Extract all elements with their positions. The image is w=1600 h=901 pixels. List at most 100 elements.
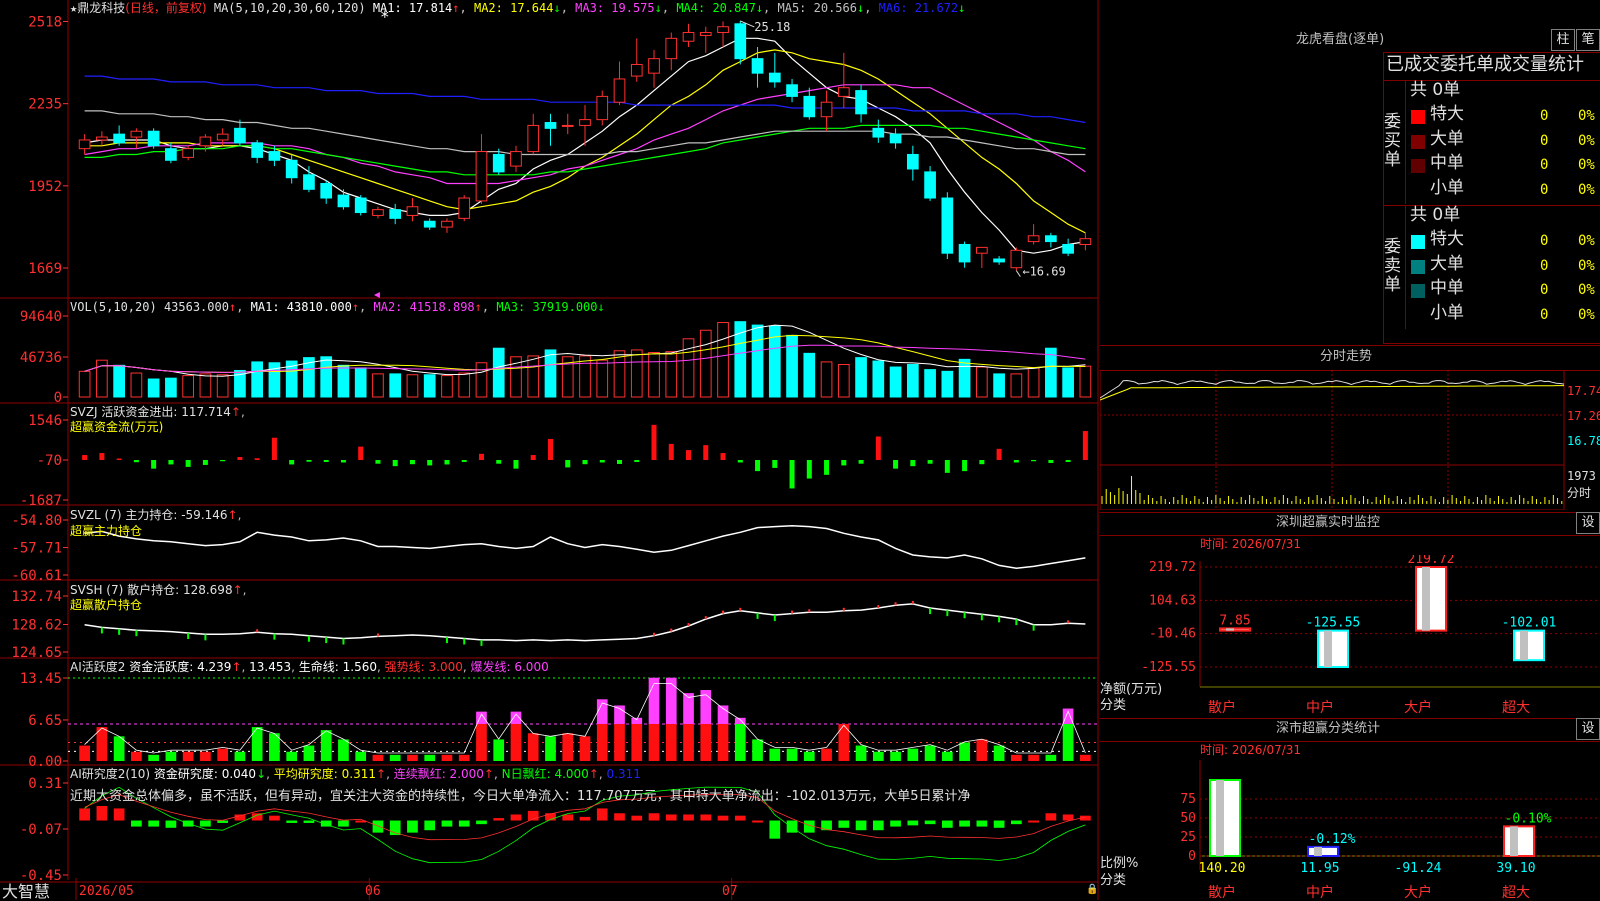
sell-row-count-0: 0 [1540,233,1549,249]
bar-mode-button[interactable]: 柱 [1551,29,1575,51]
candle-body-12 [285,159,298,179]
candle-body-31 [613,78,626,103]
svsh-tick-0: 132.74 [11,589,62,605]
vol-bar-8 [216,374,229,398]
vol-bar-33 [648,351,660,398]
ai1-tick-2: 0.00 [28,754,62,770]
ai1-bar-42 [803,751,815,761]
ai1-header: AI活跃度2 资金活跃度: 4.239↑, 13.453, 生命线: 1.560… [70,661,549,673]
intraday-chart[interactable]: 17.74 17.26 16.78 1973 分时 [1100,370,1600,510]
fl-top-label-3: -0.10% [1505,811,1552,826]
sell-side-label: 委卖单 [1384,237,1401,295]
svzj-bar-50 [944,459,950,473]
candle-body-1 [96,136,108,141]
candle-body-49 [924,171,936,199]
vol-bar-52 [975,366,988,398]
fl-bar-3 [1503,825,1535,857]
vol-bar-18 [389,373,402,398]
svzj-bar-30 [599,459,605,463]
sz-bar-1 [1317,629,1349,668]
buy-row-swatch-0 [1411,110,1425,124]
vol-bar-6 [182,375,195,398]
vol-bar-34 [665,351,678,398]
series-label-0: MA1: 43810.000 [250,300,352,314]
candle-body-19 [406,206,419,216]
fl-settings-button[interactable]: 设 [1576,718,1600,740]
ai2-bar-2 [113,808,125,821]
svzj-bar-1 [99,453,105,460]
fl-tick-0: 75 [1180,792,1196,807]
ai1-bar-34 [665,723,677,761]
buy-row-count-3: 0 [1540,181,1549,198]
candle-body-6 [182,148,195,158]
fl-bar-0 [1209,779,1241,857]
ai2-bar-19 [407,820,418,833]
svzj-bar-16 [358,446,364,460]
sell-row-swatch-0 [1411,235,1425,249]
ai1-bar-top-32 [631,717,643,724]
candle-body-57 [1062,243,1074,254]
svzj-bar-7 [202,459,208,465]
price-tick-0: 2518 [28,14,62,30]
low-pointer [1015,270,1021,277]
ai2-bar-12 [286,820,298,823]
sz-bar-rect-3 [1513,629,1545,662]
vol-bar-16 [354,367,367,398]
candle-body-38 [734,23,747,60]
ai2-bar-4 [148,820,159,827]
ai1-bar-21 [441,754,453,761]
sz-axis-label: 净额(万元) [1100,682,1163,697]
period-label: (日线，前复权) [125,1,207,15]
ai1-bar-9 [234,751,246,761]
fl-value-1: 11.95 [1300,861,1339,876]
intraday-tick-1: 17.26 [1567,409,1600,423]
sz-settings-button[interactable]: 设 [1576,512,1600,534]
series-arrow-3: ↑ [588,767,599,781]
svzj-bar-39 [755,459,761,472]
sz-bar-shade-2 [1422,567,1430,631]
candle-body-29 [579,119,591,126]
tick-mode-button[interactable]: 笔 [1576,29,1600,51]
price-tick-3: 1669 [28,261,62,277]
sell-row-pct-2: 0% [1578,282,1595,298]
sz-bar-0 [1219,627,1251,632]
fl-bar-shade-0 [1216,780,1224,856]
candle-body-41 [786,84,798,97]
fl-bar-1 [1307,845,1339,857]
ai1-bar-16 [355,751,367,761]
sz-tick-2: -10.46 [1149,627,1196,642]
series-label-2: MA3: 19.575 [575,1,655,15]
buy-row-swatch-3 [1411,183,1425,198]
svsh-arrow: ↑ [232,583,243,597]
ai2-bar-46 [872,820,884,831]
svzl-header: SVZL (7) 主力持仓: -59.146↑, [70,508,242,522]
ai1-bar-39 [752,739,763,761]
intraday-tick-2: 16.78 [1567,434,1600,448]
vol-tick-1: 46736 [20,350,62,366]
ai2-bar-36 [700,814,712,821]
candle-body-42 [803,95,816,118]
ai2-tick-0: 0.31 [28,776,62,792]
series-label-4: MA5: 20.566 [777,1,857,15]
series-label-0: MA1: 17.814 [372,1,453,15]
candle-body-9 [234,127,246,144]
svzj-bar-57 [1065,459,1071,462]
series-label-4: 爆发线: 6.000 [470,660,549,674]
candle-body-44 [837,87,850,97]
vol-bar-26 [527,355,540,398]
ai2-bar-53 [993,820,1005,828]
ai1-bar-23 [476,723,487,761]
candle-body-40 [768,72,781,83]
vol-bar-19 [406,374,419,398]
fl-value-2: -91.24 [1395,861,1442,876]
vol-bar-17 [372,373,384,398]
kline-chart-area[interactable]: 2518 2235 1952 1669 25.18 ←16.69 94640 46736 0 15… [0,0,1100,900]
ai1-bar-22 [458,754,470,761]
right-panel: 龙虎看盘(逐单) 柱 笔 已成交委托单成交量统计 委买单 共 0单 特大 0 0… [1100,0,1600,900]
ai2-header: AI研究度2(10) 资金研究度: 0.040↓, 平均研究度: 0.311↑,… [70,768,641,780]
ai1-values: 资金活跃度: 4.239↑, 13.453, 生命线: 1.560, 强势线: … [129,660,549,674]
ai1-bar-5 [165,751,177,761]
series-label-4: 0.311 [606,767,641,781]
ai1-bar-37 [717,723,729,761]
ai1-bar-0 [79,745,90,761]
